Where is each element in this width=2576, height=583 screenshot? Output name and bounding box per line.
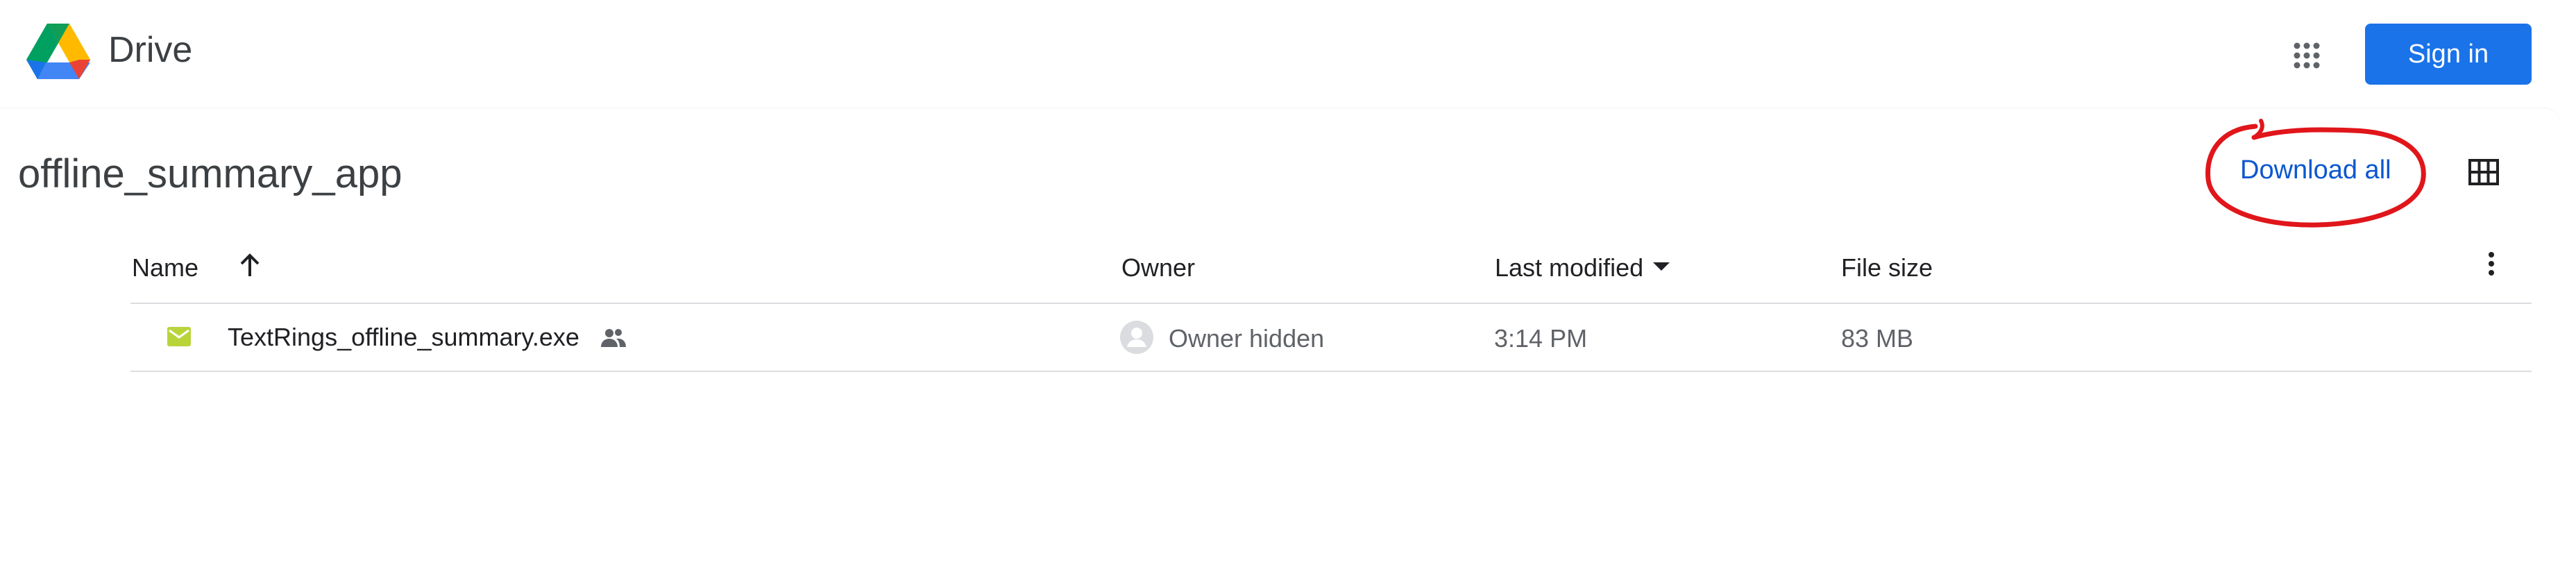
file-size-value: 83 MB: [1841, 324, 1914, 353]
owner-name: Owner hidden: [1169, 324, 1325, 353]
people-icon: [601, 329, 626, 347]
table-row[interactable]: TextRings_offline_summary.exe Owner hidd…: [130, 304, 2532, 372]
app-name[interactable]: Drive: [108, 32, 192, 68]
column-header-file-size[interactable]: File size: [1841, 255, 1933, 280]
sort-ascending-icon[interactable]: [236, 251, 264, 279]
download-all-link[interactable]: Download all: [2240, 157, 2391, 183]
avatar-icon: [1120, 321, 1153, 354]
grid-view-icon[interactable]: [2468, 158, 2500, 186]
sort-caret-icon[interactable]: [1653, 262, 1670, 271]
top-bar: Drive Sign in: [0, 0, 2576, 108]
google-drive-logo-icon[interactable]: [26, 24, 90, 82]
last-modified-value: 3:14 PM: [1494, 324, 1588, 353]
column-header-last-modified-label[interactable]: Last modified: [1495, 253, 1643, 282]
file-name[interactable]: TextRings_offline_summary.exe: [228, 325, 579, 350]
apps-grid-icon[interactable]: [2293, 42, 2321, 69]
column-header-last-modified[interactable]: Last modified: [1495, 255, 1670, 280]
file-icon: [167, 327, 191, 346]
more-vert-icon[interactable]: [2487, 251, 2496, 276]
sign-in-button[interactable]: Sign in: [2365, 24, 2532, 85]
folder-title: offline_summary_app: [18, 151, 402, 196]
column-header-name[interactable]: Name: [132, 255, 198, 280]
file-table-header: Name Owner Last modified File size: [130, 247, 2532, 304]
column-header-owner: Owner: [1121, 253, 1196, 282]
